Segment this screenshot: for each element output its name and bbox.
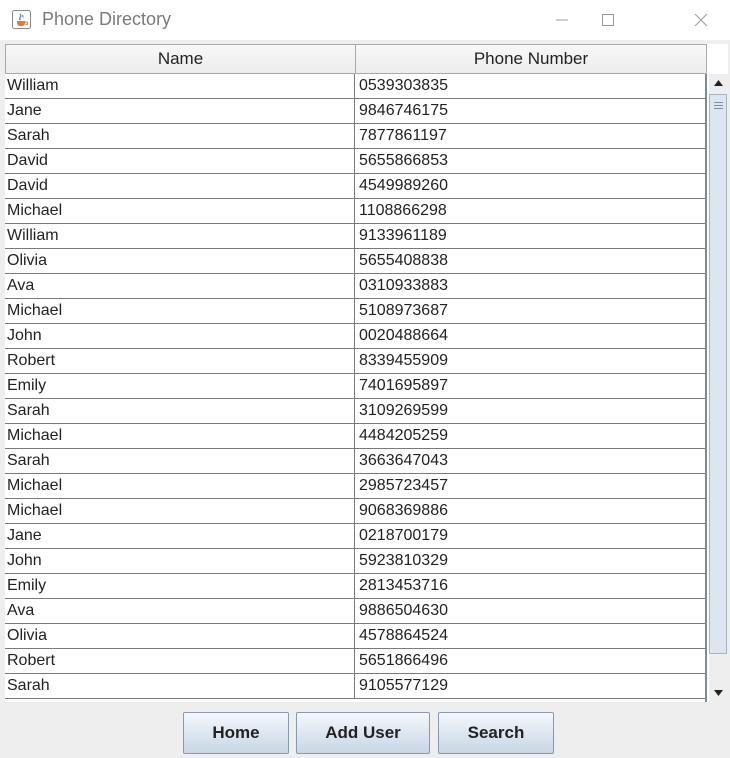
maximize-button[interactable] [585, 0, 631, 40]
cell-phone-number[interactable]: 5108973687 [355, 299, 705, 323]
cell-name[interactable]: Emily [5, 374, 355, 398]
cell-name[interactable]: Sarah [5, 674, 355, 698]
thumb-grip-line [714, 105, 723, 106]
cell-phone-number[interactable]: 3109269599 [355, 399, 705, 423]
directory-table[interactable]: Name Phone Number William 0539303835 Jane 9… [5, 44, 728, 702]
table-row[interactable]: Sarah 3663647043 [5, 449, 705, 474]
table-row[interactable]: Jane 0218700179 [5, 524, 705, 549]
cell-name[interactable]: David [5, 149, 355, 173]
vertical-scrollbar[interactable] [709, 74, 728, 702]
cell-phone-number[interactable]: 4578864524 [355, 624, 705, 648]
cell-name[interactable]: Jane [5, 524, 355, 548]
cell-phone-number[interactable]: 7877861197 [355, 124, 705, 148]
title-bar[interactable]: Phone Directory [0, 0, 730, 40]
table-body: William 0539303835 Jane 9846746175 Sarah 7877… [5, 74, 707, 702]
table-row[interactable]: Robert 5651866496 [5, 649, 705, 674]
thumb-grip-line [714, 102, 723, 103]
table-row[interactable]: Emily 2813453716 [5, 574, 705, 599]
cell-name[interactable]: William [5, 224, 355, 248]
table-row[interactable]: Michael 5108973687 [5, 299, 705, 324]
table-row[interactable]: David 5655866853 [5, 149, 705, 174]
cell-name[interactable]: Robert [5, 649, 355, 673]
table-row[interactable]: Olivia 5655408838 [5, 249, 705, 274]
table-header: Name Phone Number [5, 44, 707, 74]
table-row[interactable]: William 9133961189 [5, 224, 705, 249]
cell-phone-number[interactable]: 0020488664 [355, 324, 705, 348]
cell-phone-number[interactable]: 9105577129 [355, 674, 705, 698]
table-row[interactable]: Emily 7401695897 [5, 374, 705, 399]
table-row[interactable]: Olivia 4578864524 [5, 624, 705, 649]
cell-phone-number[interactable]: 3663647043 [355, 449, 705, 473]
cell-name[interactable]: Ava [5, 599, 355, 623]
cell-phone-number[interactable]: 9133961189 [355, 224, 705, 248]
thumb-grip-line [714, 108, 723, 109]
cell-name[interactable]: Robert [5, 349, 355, 373]
cell-name[interactable]: Emily [5, 574, 355, 598]
java-cup-icon [12, 10, 31, 29]
cell-name[interactable]: Ava [5, 274, 355, 298]
cell-name[interactable]: David [5, 174, 355, 198]
search-button[interactable]: Search [438, 712, 554, 754]
cell-name[interactable]: John [5, 324, 355, 348]
table-row[interactable]: Sarah 3109269599 [5, 399, 705, 424]
cell-phone-number[interactable]: 9068369886 [355, 499, 705, 523]
cell-phone-number[interactable]: 7401695897 [355, 374, 705, 398]
table-row[interactable]: Robert 8339455909 [5, 349, 705, 374]
cell-phone-number[interactable]: 5655408838 [355, 249, 705, 273]
table-row[interactable]: Michael 9068369886 [5, 499, 705, 524]
table-row[interactable]: Sarah 9105577129 [5, 674, 705, 699]
table-row[interactable]: William 0539303835 [5, 74, 705, 99]
minimize-button[interactable] [539, 0, 585, 40]
close-button[interactable] [678, 0, 724, 40]
table-row[interactable]: Michael 1108866298 [5, 199, 705, 224]
table-row[interactable]: Sarah 7877861197 [5, 124, 705, 149]
cell-name[interactable]: Michael [5, 499, 355, 523]
cell-phone-number[interactable]: 4549989260 [355, 174, 705, 198]
cell-phone-number[interactable]: 5923810329 [355, 549, 705, 573]
cell-phone-number[interactable]: 4484205259 [355, 424, 705, 448]
cell-name[interactable]: William [5, 74, 355, 98]
cell-name[interactable]: Sarah [5, 449, 355, 473]
add-user-button[interactable]: Add User [296, 712, 430, 754]
cell-phone-number[interactable]: 0218700179 [355, 524, 705, 548]
cell-name[interactable]: Sarah [5, 124, 355, 148]
table-row[interactable]: Michael 4484205259 [5, 424, 705, 449]
cell-name[interactable]: Olivia [5, 624, 355, 648]
cell-name[interactable]: Olivia [5, 249, 355, 273]
table-row[interactable]: Ava 0310933883 [5, 274, 705, 299]
cell-phone-number[interactable]: 0310933883 [355, 274, 705, 298]
table-row[interactable]: Michael 2985723457 [5, 474, 705, 499]
cell-phone-number[interactable]: 2985723457 [355, 474, 705, 498]
table-row[interactable]: Jane 9846746175 [5, 99, 705, 124]
app-window: Phone Directory Name Phone Number Willia… [0, 0, 730, 758]
cell-phone-number[interactable]: 8339455909 [355, 349, 705, 373]
cell-phone-number[interactable]: 0539303835 [355, 74, 705, 98]
cell-name[interactable]: Michael [5, 199, 355, 223]
scroll-down-button[interactable] [709, 684, 728, 702]
cell-name[interactable]: Sarah [5, 399, 355, 423]
scrollbar-thumb[interactable] [709, 94, 727, 654]
cell-phone-number[interactable]: 9846746175 [355, 99, 705, 123]
table-row[interactable]: David 4549989260 [5, 174, 705, 199]
column-header-phone-number[interactable]: Phone Number [356, 45, 706, 73]
cell-phone-number[interactable]: 5655866853 [355, 149, 705, 173]
home-button[interactable]: Home [183, 712, 289, 754]
cell-phone-number[interactable]: 1108866298 [355, 199, 705, 223]
cell-name[interactable]: Jane [5, 99, 355, 123]
table-row[interactable]: John 5923810329 [5, 549, 705, 574]
cell-phone-number[interactable]: 5651866496 [355, 649, 705, 673]
cell-phone-number[interactable]: 2813453716 [355, 574, 705, 598]
window-title: Phone Directory [42, 9, 172, 29]
scroll-up-button[interactable] [709, 74, 728, 92]
cell-phone-number[interactable]: 9886504630 [355, 599, 705, 623]
cell-name[interactable]: Michael [5, 424, 355, 448]
column-header-name[interactable]: Name [6, 45, 356, 73]
table-row[interactable]: John 0020488664 [5, 324, 705, 349]
cell-name[interactable]: John [5, 549, 355, 573]
table-row[interactable]: Ava 9886504630 [5, 599, 705, 624]
cell-name[interactable]: Michael [5, 474, 355, 498]
cell-name[interactable]: Michael [5, 299, 355, 323]
